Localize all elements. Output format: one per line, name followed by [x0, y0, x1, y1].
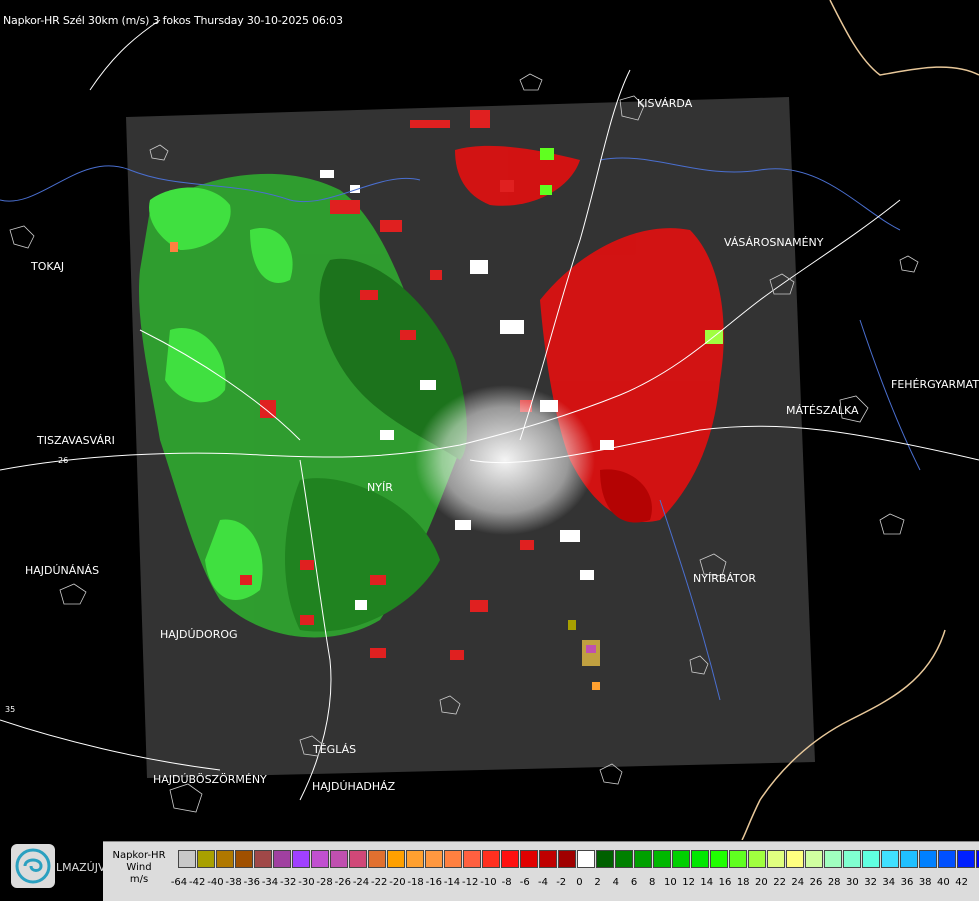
legend-swatch	[957, 850, 975, 868]
legend-swatch	[178, 850, 196, 868]
legend-swatch	[197, 850, 215, 868]
wind-legend: Napkor-HR Wind m/s -64 -42 -40 -38 -36 -34 -32…	[103, 841, 979, 901]
legend-swatch	[729, 850, 747, 868]
road-number-26: 26	[58, 456, 68, 465]
legend-swatch	[691, 850, 709, 868]
legend-swatch	[292, 850, 310, 868]
legend-swatch	[311, 850, 329, 868]
city-label-kisvarda: KISVÁRDA	[637, 97, 693, 110]
legend-swatch	[330, 850, 348, 868]
road-number-35: 35	[5, 705, 15, 714]
legend-swatch	[425, 850, 443, 868]
city-label-hajduboszormeny: HAJDÚBÖSZÖRMÉNY	[153, 773, 267, 786]
legend-swatches	[178, 850, 979, 868]
legend-swatch	[558, 850, 576, 868]
city-label-nyir: NYÍR	[367, 481, 393, 494]
logo-icon	[11, 844, 55, 888]
legend-swatch	[387, 850, 405, 868]
city-label-mateszalka: MÁTÉSZALKA	[786, 404, 859, 417]
legend-swatch	[444, 850, 462, 868]
legend-swatch	[862, 850, 880, 868]
legend-swatch	[539, 850, 557, 868]
legend-swatch	[653, 850, 671, 868]
city-label-tokaj: TOKAJ	[31, 260, 65, 273]
legend-swatch	[520, 850, 538, 868]
legend-swatch	[349, 850, 367, 868]
city-label-hajdunanas: HAJDÚNÁNÁS	[25, 564, 100, 577]
legend-swatch	[672, 850, 690, 868]
city-label-fehergyarmat: FEHÉRGYARMAT	[891, 378, 979, 391]
legend-swatch	[900, 850, 918, 868]
legend-swatch	[786, 850, 804, 868]
legend-label-line1: Napkor-HR	[112, 850, 166, 861]
legend-swatch	[216, 850, 234, 868]
legend-swatch	[843, 850, 861, 868]
legend-swatch	[368, 850, 386, 868]
legend-swatch	[634, 850, 652, 868]
legend-swatch	[273, 850, 291, 868]
legend-label-line2: Wind	[126, 862, 152, 873]
legend-swatch	[501, 850, 519, 868]
city-label-nyirbator: NYÍRBÁTOR	[693, 572, 757, 585]
legend-swatch	[482, 850, 500, 868]
center-white-echo	[415, 385, 595, 535]
legend-swatch	[881, 850, 899, 868]
map-title: Napkor-HR Szél 30km (m/s) 3 fokos Thursd…	[3, 14, 343, 27]
legend-swatch	[463, 850, 481, 868]
legend-swatch	[824, 850, 842, 868]
city-label-vasarosnameny: VÁSÁROSNAMÉNY	[724, 236, 824, 249]
legend-swatch	[596, 850, 614, 868]
legend-swatch	[938, 850, 956, 868]
legend-swatch	[615, 850, 633, 868]
city-label-teglas: TÉGLÁS	[313, 743, 357, 756]
legend-swatch	[254, 850, 272, 868]
legend-swatch	[235, 850, 253, 868]
legend-tick-label: 42	[955, 877, 968, 888]
legend-swatch	[767, 850, 785, 868]
legend-swatch	[406, 850, 424, 868]
city-label-tiszavasvari: TISZAVASVÁRI	[37, 434, 115, 447]
legend-swatch	[577, 850, 595, 868]
radar-map: 26 35	[0, 0, 979, 840]
city-label-hajduhadhaz: HAJDÚHADHÁZ	[312, 780, 396, 793]
legend-label-line3: m/s	[129, 874, 149, 885]
legend-label: Napkor-HR Wind m/s	[103, 842, 175, 901]
legend-swatch	[919, 850, 937, 868]
city-label-hajdudorog: HAJDÚDOROG	[160, 628, 238, 641]
legend-swatch	[710, 850, 728, 868]
legend-swatch	[805, 850, 823, 868]
legend-swatch	[748, 850, 766, 868]
